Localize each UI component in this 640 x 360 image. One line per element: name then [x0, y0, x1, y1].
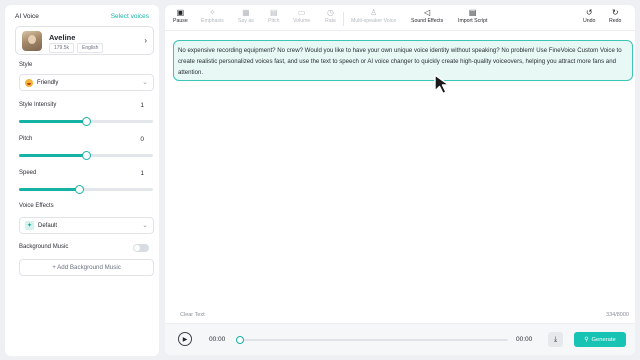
speed-value: 1 [140, 170, 144, 177]
redo-label: Redo [609, 18, 622, 24]
voice-effects-label: Voice Effects [19, 203, 54, 209]
slider-fill [19, 154, 86, 157]
chevron-right-icon: › [144, 36, 147, 45]
left-panel: AI Voice Select voices Aveline 179.5k En… [5, 5, 159, 356]
toolbar-volume[interactable]: ▭ Volume [293, 8, 310, 24]
smile-emoji-icon [25, 78, 33, 87]
select-voices-link[interactable]: Select voices [111, 13, 149, 20]
style-value: Friendly [37, 79, 59, 86]
say-as-icon: ▦ [242, 8, 250, 17]
character-counter: 334/8000 [606, 312, 629, 318]
voice-name: Aveline [49, 33, 76, 42]
style-intensity-slider[interactable] [19, 117, 153, 126]
pitch-slider[interactable] [19, 151, 153, 160]
undo-label: Undo [583, 18, 596, 24]
import-icon: ▤ [468, 8, 477, 17]
background-music-toggle[interactable] [133, 244, 149, 252]
generate-label: Generate [591, 336, 616, 343]
style-intensity-label: Style Intensity [19, 102, 57, 108]
slider-fill [19, 120, 86, 123]
toolbar-emphasis[interactable]: ✧ Emphasis [201, 8, 224, 24]
sparkle-icon: ✦ [25, 221, 34, 230]
slider-knob[interactable] [74, 185, 84, 194]
mouse-cursor-icon [434, 74, 450, 95]
toolbar-multi-speaker-label: Multi-speaker Voice [351, 18, 397, 24]
toolbar-volume-label: Volume [293, 18, 311, 24]
play-icon: ▶ [182, 336, 188, 343]
speed-slider[interactable] [19, 185, 153, 194]
style-label: Style [19, 62, 33, 68]
voice-effects-value: Default [38, 222, 58, 229]
voice-tag-count: 179.5k [49, 43, 75, 53]
script-text-block[interactable]: No expensive recording equipment? No cre… [173, 40, 633, 81]
toolbar-import-script[interactable]: ▤ Import Script [458, 8, 487, 24]
text-editor[interactable]: No expensive recording equipment? No cre… [165, 31, 635, 323]
toolbar-say-as-label: Say as [238, 18, 254, 24]
download-button[interactable]: ⤓ [548, 332, 563, 347]
toolbar-rate-label: Rate [325, 18, 336, 24]
slider-knob[interactable] [81, 117, 91, 126]
voice-effects-select[interactable]: ✦ Default ⌄ [19, 217, 154, 234]
chevron-down-icon: ⌄ [142, 222, 148, 229]
emphasis-icon: ✧ [209, 8, 216, 17]
toolbar-rate[interactable]: ◷ Rate [325, 8, 336, 24]
pitch-value: 0 [140, 136, 144, 143]
download-icon: ⤓ [553, 335, 558, 343]
avatar [22, 31, 42, 51]
toolbar-say-as[interactable]: ▦ Say as [238, 8, 254, 24]
editor-toolbar: ▣ Pause ✧ Emphasis ▦ Say as ▤ Pitch ▭ Vo… [165, 5, 635, 31]
generate-icon: ⚲ [584, 336, 589, 343]
audio-player: ▶ 00:00 00:00 ⤓ ⚲ Generate [165, 323, 635, 355]
undo-button[interactable]: ↺ Undo [583, 8, 595, 24]
slider-knob[interactable] [81, 151, 91, 160]
toolbar-pause-label: Pause [173, 18, 188, 24]
ai-voice-header: AI Voice Select voices [15, 10, 149, 22]
toolbar-divider [343, 12, 344, 26]
generate-button[interactable]: ⚲ Generate [574, 332, 626, 347]
pause-icon: ▣ [176, 8, 185, 17]
voice-card[interactable]: Aveline 179.5k English › [15, 26, 154, 55]
current-time: 00:00 [209, 336, 226, 343]
toolbar-multi-speaker[interactable]: ♙ Multi-speaker Voice [351, 8, 396, 24]
toolbar-pitch-label: Pitch [268, 18, 280, 24]
toolbar-emphasis-label: Emphasis [201, 18, 224, 24]
style-intensity-value: 1 [140, 102, 144, 109]
chevron-down-icon: ⌄ [142, 79, 148, 86]
clear-text-button[interactable]: Clear Text [180, 312, 205, 318]
volume-icon: ▭ [297, 8, 306, 17]
speaker-icon: ♙ [370, 8, 378, 17]
add-background-music-button[interactable]: + Add Background Music [19, 259, 154, 276]
total-time: 00:00 [516, 336, 533, 343]
voice-tag-language: English [77, 43, 104, 53]
undo-icon: ↺ [585, 8, 593, 17]
toolbar-sound-effects-label: Sound Effects [411, 18, 444, 24]
toolbar-sound-effects[interactable]: ◁ Sound Effects [411, 8, 443, 24]
slider-fill [19, 188, 80, 191]
background-music-label: Background Music [19, 244, 69, 250]
pitch-label: Pitch [19, 136, 33, 142]
voice-tags: 179.5k English [49, 43, 104, 53]
toolbar-import-script-label: Import Script [458, 18, 488, 24]
progress-knob[interactable] [236, 336, 244, 344]
pitch-icon: ▤ [269, 8, 278, 17]
ai-voice-title: AI Voice [15, 12, 39, 20]
redo-button[interactable]: ↻ Redo [609, 8, 621, 24]
redo-icon: ↻ [611, 8, 619, 17]
style-select[interactable]: Friendly ⌄ [19, 74, 154, 91]
toolbar-pause[interactable]: ▣ Pause [173, 8, 188, 24]
play-button[interactable]: ▶ [178, 332, 192, 346]
toolbar-pitch[interactable]: ▤ Pitch [268, 8, 280, 24]
rate-icon: ◷ [326, 8, 334, 17]
progress-track[interactable] [236, 336, 508, 344]
sound-effects-icon: ◁ [424, 8, 431, 17]
speed-label: Speed [19, 170, 37, 176]
